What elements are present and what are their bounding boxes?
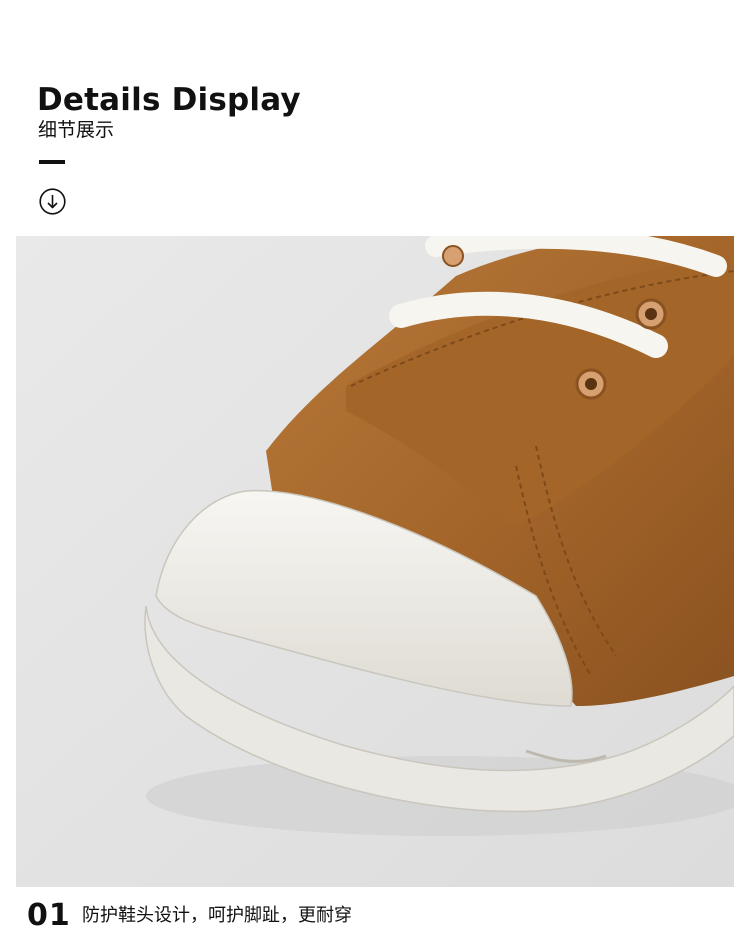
title-underline	[39, 160, 65, 164]
section-subtitle: 细节展示	[38, 119, 115, 141]
shoe-toe-closeup-image	[16, 236, 734, 887]
arrow-down-circle-icon	[39, 188, 66, 215]
feature-number: 01	[27, 898, 71, 933]
feature-caption: 防护鞋头设计，呵护脚趾，更耐穿	[82, 905, 352, 926]
section-title: Details Display	[37, 82, 301, 118]
